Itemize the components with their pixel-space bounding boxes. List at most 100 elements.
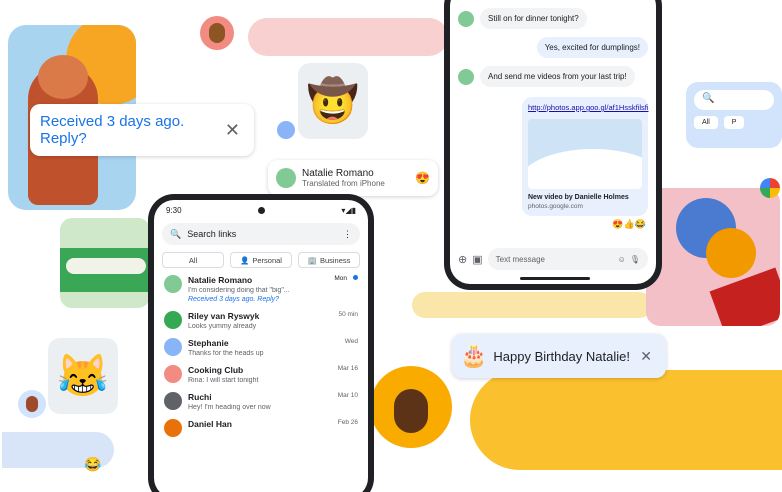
avatar bbox=[458, 10, 474, 27]
filter-chip-all[interactable]: All bbox=[162, 252, 224, 268]
building-icon: 🏢 bbox=[307, 255, 317, 265]
reply-nudge[interactable]: Received 3 days ago. Reply? bbox=[188, 296, 358, 303]
conversation-row[interactable]: Cooking Club Mar 16 Rina: I will start ton… bbox=[154, 361, 368, 388]
status-icons: ▾◢▮ bbox=[341, 206, 356, 215]
incoming-message: And send me videos from your last trip! bbox=[480, 66, 635, 87]
avatar bbox=[164, 275, 182, 293]
avatar bbox=[164, 419, 182, 437]
phone-chat: Still on for dinner tonight? Yes, excite… bbox=[444, 0, 662, 290]
cake-icon: 🎂 bbox=[460, 343, 488, 368]
status-bar: 9:30 ▾◢▮ bbox=[154, 200, 368, 219]
conversation-name: Stephanie bbox=[188, 338, 229, 348]
conversation-snippet: I'm considering doing that "big"... bbox=[188, 287, 290, 294]
conversation-time: Mar 16 bbox=[337, 365, 358, 372]
birthday-text: Happy Birthday Natalie! bbox=[493, 348, 630, 364]
search-placeholder: Search links bbox=[187, 229, 237, 239]
reply-nudge-text: Received 3 days ago. Reply? bbox=[40, 113, 185, 147]
conversation-row[interactable]: Stephanie Wed Thanks for the heads up bbox=[154, 334, 368, 361]
message-row: Yes, excited for dumplings! bbox=[450, 33, 656, 62]
avatar bbox=[164, 365, 182, 383]
decorative-yellow-pill bbox=[412, 292, 652, 318]
decorative-blue-dot bbox=[277, 121, 295, 139]
avatar-man bbox=[200, 16, 234, 50]
birthday-card: 🎂 Happy Birthday Natalie! ✕ bbox=[452, 334, 666, 378]
search-widget: 🔍 All P bbox=[686, 82, 782, 148]
flowers-photo bbox=[646, 188, 780, 326]
conversation-row[interactable]: Ruchi Mar 10 Hey! I'm heading over now bbox=[154, 388, 368, 415]
reactions: 😍👍😂 bbox=[612, 218, 646, 229]
link-domain: photos.google.com bbox=[528, 202, 583, 210]
camera-cutout bbox=[258, 207, 265, 214]
filter-chips: All 👤 Personal 🏢 Business bbox=[154, 249, 368, 271]
filter-chip-personal[interactable]: P bbox=[723, 116, 745, 129]
search-input[interactable]: 🔍 Search links ⋮ bbox=[162, 223, 360, 245]
link-preview-image bbox=[528, 118, 642, 189]
heart-eyes-emoji: 😍 bbox=[415, 171, 430, 185]
avatar bbox=[164, 311, 182, 329]
filter-chip-all[interactable]: All bbox=[694, 116, 718, 129]
avatar bbox=[458, 68, 474, 85]
avatar bbox=[276, 168, 296, 188]
filter-chip-personal[interactable]: 👤 Personal bbox=[230, 252, 292, 268]
avatar-glasses-person bbox=[370, 366, 452, 448]
search-input[interactable]: 🔍 bbox=[694, 90, 774, 110]
mic-icon[interactable]: 🎙 bbox=[630, 255, 640, 264]
search-icon: 🔍 bbox=[702, 93, 715, 104]
conversation-time: Wed bbox=[344, 338, 358, 345]
avatar bbox=[164, 392, 182, 410]
link-preview-card[interactable]: http://photos.app.goo.gl/af1Hsskfilsfi N… bbox=[522, 97, 649, 216]
cowboy-cat-sticker: 🤠 bbox=[298, 63, 368, 139]
avatar-woman bbox=[18, 390, 46, 418]
emoji-icon[interactable]: ☺ bbox=[618, 255, 626, 264]
filter-chip-business[interactable]: 🏢 Business bbox=[298, 252, 360, 268]
more-menu-icon[interactable]: ⋮ bbox=[343, 229, 352, 240]
laughing-emoji: 😂 bbox=[84, 456, 102, 472]
conversation-name: Cooking Club bbox=[188, 365, 244, 375]
contact-subtitle: Translated from iPhone bbox=[302, 179, 385, 188]
video-thumbnail bbox=[60, 218, 150, 308]
conversation-list: Natalie Romano Mon I'm considering doing t… bbox=[154, 271, 368, 441]
avatar bbox=[164, 338, 182, 356]
contact-chip: Natalie Romano Translated from iPhone 😍 bbox=[268, 160, 438, 196]
conversation-row[interactable]: Riley van Ryswyk 50 min Looks yummy alread… bbox=[154, 307, 368, 334]
reply-nudge-card: Received 3 days ago. Reply? ✕ bbox=[30, 104, 254, 156]
photos-pinwheel-icon bbox=[760, 178, 780, 198]
message-row: Still on for dinner tonight? bbox=[450, 4, 656, 33]
person-icon: 👤 bbox=[240, 255, 250, 265]
conversation-time: Feb 26 bbox=[337, 419, 358, 426]
incoming-message: Still on for dinner tonight? bbox=[480, 8, 587, 29]
conversation-snippet: Rina: I will start tonight bbox=[188, 377, 259, 384]
conversation-name: Natalie Romano bbox=[188, 275, 253, 285]
conversation-name: Daniel Han bbox=[188, 419, 232, 429]
search-icon: 🔍 bbox=[170, 228, 182, 239]
message-placeholder: Text message bbox=[495, 254, 545, 264]
conversation-snippet: Hey! I'm heading over now bbox=[188, 404, 271, 411]
conversation-snippet: Thanks for the heads up bbox=[188, 350, 264, 357]
link-url[interactable]: http://photos.app.goo.gl/af1Hsskfilsfi bbox=[528, 103, 649, 113]
laughing-cat-sticker: 😹 bbox=[48, 338, 118, 414]
link-title: New video by Danielle Holmes bbox=[528, 193, 629, 201]
conversation-snippet: Looks yummy already bbox=[188, 323, 257, 330]
conversation-row[interactable]: Natalie Romano Mon I'm considering doing t… bbox=[154, 271, 368, 307]
message-row: And send me videos from your last trip! bbox=[450, 62, 656, 91]
conversation-row[interactable]: Daniel Han Feb 26 bbox=[154, 415, 368, 441]
close-icon[interactable]: ✕ bbox=[225, 120, 240, 141]
decorative-pink-pill bbox=[248, 18, 448, 56]
compose-bar: ⊕ ▣ Text message ☺ 🎙 bbox=[450, 248, 656, 270]
home-indicator bbox=[520, 277, 590, 280]
clock: 9:30 bbox=[166, 206, 182, 215]
contact-name: Natalie Romano bbox=[302, 168, 374, 179]
message-input[interactable]: Text message ☺ 🎙 bbox=[487, 248, 648, 270]
phone-conversations: 9:30 ▾◢▮ 🔍 Search links ⋮ All 👤 Personal … bbox=[148, 194, 374, 492]
close-icon[interactable]: ✕ bbox=[640, 348, 652, 365]
conversation-time: 50 min bbox=[338, 311, 358, 318]
conversation-time: Mon bbox=[334, 275, 358, 285]
outgoing-message: Yes, excited for dumplings! bbox=[536, 37, 648, 58]
conversation-time: Mar 10 bbox=[337, 392, 358, 399]
add-icon[interactable]: ⊕ bbox=[458, 253, 467, 266]
unread-dot bbox=[353, 275, 358, 280]
decorative-yellow-shape bbox=[470, 370, 782, 470]
conversation-name: Ruchi bbox=[188, 392, 212, 402]
conversation-name: Riley van Ryswyk bbox=[188, 311, 260, 321]
gallery-icon[interactable]: ▣ bbox=[472, 253, 482, 266]
